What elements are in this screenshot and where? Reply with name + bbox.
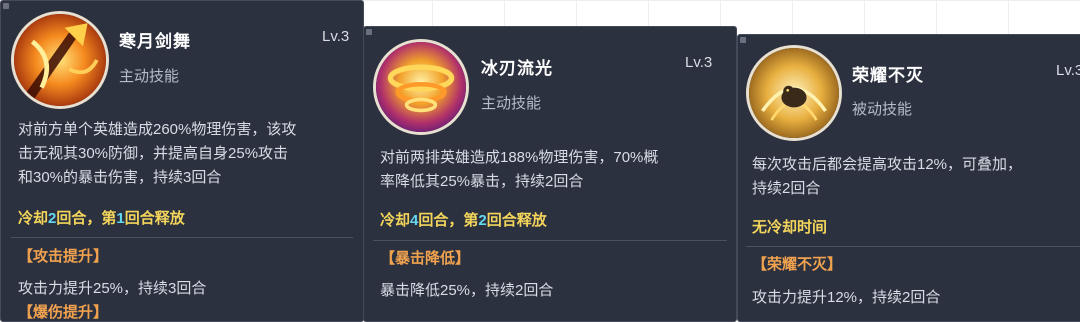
cooldown-suffix: 回合释放 (486, 212, 547, 229)
effect-description: 攻击力提升12%，持续2回合 (752, 289, 941, 306)
cooldown-prefix: 冷却 (380, 212, 411, 229)
skill-name: 寒月剑舞 (119, 32, 191, 51)
fire-sword-icon (11, 11, 109, 109)
skill-card-2[interactable]: 冰刃流光 Lv.3 主动技能 对前两排英雄造成188%物理伤害，70%概 率降低… (363, 26, 737, 322)
effect-description: 攻击力提升25%，持续3回合 (18, 280, 207, 297)
skill-level: Lv.3 (685, 54, 713, 71)
skill-card-1[interactable]: 寒月剑舞 Lv.3 主动技能 对前方单个英雄造成260%物理伤害，该攻 击无视其… (0, 0, 364, 322)
golden-beast-icon (746, 45, 842, 141)
release-turn: 2 (478, 212, 487, 229)
skill-description: 对前方单个英雄造成260%物理伤害，该攻 击无视其30%防御，并提高自身25%攻… (18, 118, 296, 190)
skill-level: Lv.3 (322, 28, 350, 45)
skill-name: 荣耀不灭 (852, 66, 924, 85)
description-line: 每次攻击后都会提高攻击12%，可叠加， (752, 156, 1023, 173)
cooldown-suffix: 回合释放 (124, 210, 185, 227)
cooldown-info: 冷却4回合，第2回合释放 (380, 209, 547, 230)
effect-title: 【爆伤提升】 (18, 304, 109, 321)
cooldown-mid: 回合，第 (56, 210, 117, 227)
skill-level: Lv.3 (1056, 62, 1080, 79)
description-line: 对前方单个英雄造成260%物理伤害，该攻 (18, 121, 297, 138)
skill-type: 主动技能 (119, 68, 180, 85)
skill-description: 对前两排英雄造成188%物理伤害，70%概 率降低其25%暴击，持续2回合 (380, 146, 658, 194)
description-line: 率降低其25%暴击，持续2回合 (380, 173, 584, 190)
cooldown-info: 冷却2回合，第1回合释放 (18, 207, 185, 228)
effect-title: 【攻击提升】 (18, 248, 109, 265)
corner-marker (366, 29, 372, 35)
effect-title: 【暴击降低】 (380, 250, 471, 267)
divider (373, 240, 727, 241)
skill-card-3[interactable]: 荣耀不灭 Lv.3 被动技能 每次攻击后都会提高攻击12%，可叠加， 持续2回合… (737, 34, 1080, 322)
release-turn: 1 (116, 210, 125, 227)
skill-type: 主动技能 (481, 95, 542, 112)
skill-type: 被动技能 (852, 101, 913, 118)
description-line: 和30%的暴击伤害，持续3回合 (18, 169, 222, 186)
description-line: 对前两排英雄造成188%物理伤害，70%概 (380, 149, 659, 166)
skill-description: 每次攻击后都会提高攻击12%，可叠加， 持续2回合 (752, 153, 1022, 201)
cooldown-prefix: 冷却 (18, 210, 49, 227)
corner-marker (740, 37, 746, 43)
effect-description: 暴击降低25%，持续2回合 (380, 282, 554, 299)
cooldown-mid: 回合，第 (418, 212, 479, 229)
description-line: 击无视其30%防御，并提高自身25%攻击 (18, 145, 289, 162)
corner-marker (3, 3, 9, 9)
effect-title: 【荣耀不灭】 (752, 256, 843, 273)
divider (746, 246, 1080, 247)
golden-vortex-icon (373, 39, 469, 135)
skill-name: 冰刃流光 (481, 59, 553, 78)
cooldown-info: 无冷却时间 (752, 219, 828, 236)
description-line: 持续2回合 (752, 180, 821, 197)
divider (11, 237, 353, 238)
